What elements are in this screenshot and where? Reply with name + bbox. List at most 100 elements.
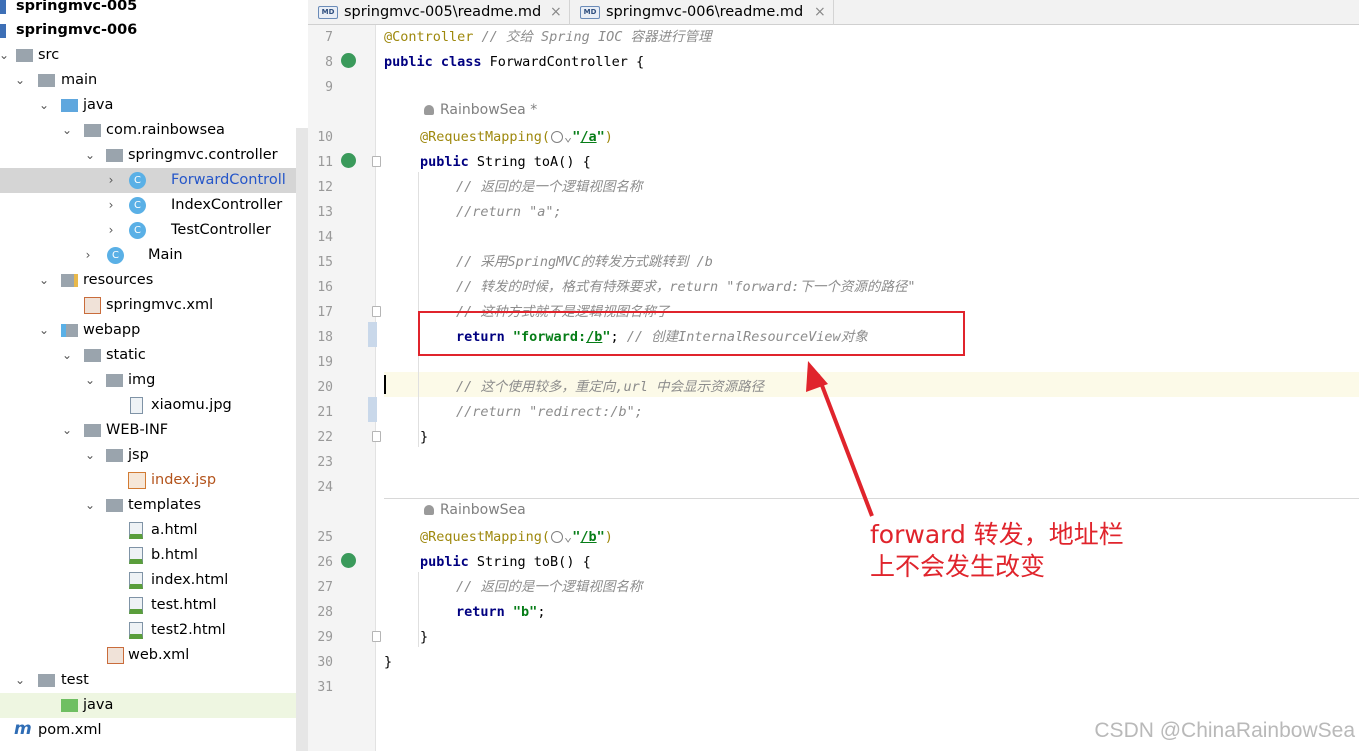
maven-icon: m xyxy=(14,719,32,739)
chevron-down-icon[interactable]: ⌄ xyxy=(61,343,73,368)
tree-item-springmvc-005[interactable]: springmvc-005 xyxy=(0,0,296,19)
chevron-right-icon[interactable]: › xyxy=(105,193,117,218)
line-number: 16 xyxy=(317,280,333,295)
tree-item-img[interactable]: ⌄ img xyxy=(0,368,296,393)
tree-item-b-html[interactable]: b.html xyxy=(0,543,296,568)
chevron-down-icon[interactable]: ⌄ xyxy=(84,368,96,393)
tree-item-springmvc-xml[interactable]: springmvc.xml xyxy=(0,293,296,318)
chevron-down-icon[interactable]: ⌄ xyxy=(14,68,26,93)
chevron-down-icon[interactable]: ⌄ xyxy=(84,143,96,168)
spring-mapping-icon[interactable] xyxy=(341,553,356,568)
html-file-icon xyxy=(129,572,143,589)
chevron-right-icon[interactable]: › xyxy=(82,243,94,268)
line-number: 18 xyxy=(317,330,333,345)
chevron-down-icon[interactable]: ⌄ xyxy=(14,668,26,693)
editor-gutter[interactable]: 7 8 9 10 11 12 13 14 15 16 17 18 19 20 2… xyxy=(308,25,381,751)
tree-item-templates[interactable]: ⌄ templates xyxy=(0,493,296,518)
annotation-token: @Controller xyxy=(384,29,474,45)
chevron-down-icon[interactable]: ⌄ xyxy=(38,318,50,343)
comment-token: // 交给 Spring IOC 容器进行管理 xyxy=(473,29,712,45)
chevron-down-icon[interactable]: ⌄ xyxy=(564,529,572,545)
line-number: 26 xyxy=(317,555,333,570)
spring-mapping-icon[interactable] xyxy=(341,153,356,168)
tab-springmvc-006-readme[interactable]: MD springmvc-006\readme.md × xyxy=(574,0,834,25)
chevron-down-icon[interactable]: ⌄ xyxy=(38,268,50,293)
highlight-box xyxy=(418,311,965,356)
chevron-down-icon[interactable]: ⌄ xyxy=(61,418,73,443)
tree-item-main[interactable]: ⌄ main xyxy=(0,68,296,93)
tree-item-web-inf[interactable]: ⌄ WEB-INF xyxy=(0,418,296,443)
tree-item-index-controller[interactable]: › C IndexController xyxy=(0,193,296,218)
tree-item-src[interactable]: ⌄ src xyxy=(0,43,296,68)
tree-item-resources[interactable]: ⌄ resources xyxy=(0,268,296,293)
code-line-11: public String toA() { xyxy=(420,150,591,175)
close-icon[interactable]: × xyxy=(550,0,562,24)
code-line-13: //return "a"; xyxy=(456,200,562,225)
tree-item-web-xml[interactable]: web.xml xyxy=(0,643,296,668)
tree-item-index-html[interactable]: index.html xyxy=(0,568,296,593)
package-icon xyxy=(106,149,123,162)
folder-icon xyxy=(84,349,101,362)
code-editor: MD springmvc-005\readme.md × MD springmv… xyxy=(308,0,1359,751)
tree-item-forward-controller[interactable]: › C ForwardControll xyxy=(0,168,296,193)
chevron-down-icon[interactable]: ⌄ xyxy=(38,93,50,118)
tree-item-index-jsp[interactable]: index.jsp xyxy=(0,468,296,493)
author-inlay-hint[interactable]: RainbowSea * xyxy=(424,98,537,123)
code-text: } xyxy=(420,629,429,645)
globe-icon[interactable] xyxy=(551,131,564,143)
text-caret xyxy=(384,375,386,394)
code-line-25: @RequestMapping(⌄"/b") xyxy=(420,525,613,550)
line-number: 12 xyxy=(317,180,333,195)
change-marker[interactable] xyxy=(368,322,377,347)
fold-icon[interactable] xyxy=(372,431,381,442)
markdown-file-icon: MD xyxy=(580,6,600,19)
chevron-down-icon[interactable]: ⌄ xyxy=(84,493,96,518)
chevron-right-icon[interactable]: › xyxy=(105,218,117,243)
tree-item-test-java[interactable]: java xyxy=(0,693,296,718)
spring-bean-icon[interactable] xyxy=(341,53,356,68)
line-number: 11 xyxy=(317,155,333,170)
chevron-down-icon[interactable]: ⌄ xyxy=(0,43,10,68)
close-icon[interactable]: × xyxy=(814,0,826,24)
tree-item-test2-html[interactable]: test2.html xyxy=(0,618,296,643)
indent-guide xyxy=(418,172,419,447)
tree-item-a-html[interactable]: a.html xyxy=(0,518,296,543)
tree-item-xiaomu-jpg[interactable]: xiaomu.jpg xyxy=(0,393,296,418)
keyword-token: public xyxy=(420,154,469,170)
chevron-down-icon[interactable]: ⌄ xyxy=(61,118,73,143)
tree-item-com-rainbowsea[interactable]: ⌄ com.rainbowsea xyxy=(0,118,296,143)
keyword-token: return xyxy=(456,604,505,620)
code-line-21: //return "redirect:/b"; xyxy=(456,400,643,425)
tree-item-test[interactable]: ⌄ test xyxy=(0,668,296,693)
tab-springmvc-005-readme[interactable]: MD springmvc-005\readme.md × xyxy=(312,0,570,25)
editor-tab-bar: MD springmvc-005\readme.md × MD springmv… xyxy=(308,0,1359,25)
url-path-link[interactable]: /a xyxy=(580,129,596,145)
tree-item-springmvc-006[interactable]: springmvc-006 xyxy=(0,18,296,43)
folder-icon xyxy=(84,424,101,437)
tree-item-test-controller[interactable]: › C TestController xyxy=(0,218,296,243)
tree-item-pom-xml[interactable]: m pom.xml xyxy=(0,718,296,743)
code-text: String toA() { xyxy=(468,154,591,170)
tree-item-springmvc-controller[interactable]: ⌄ springmvc.controller xyxy=(0,143,296,168)
chevron-down-icon[interactable]: ⌄ xyxy=(564,129,572,145)
tree-item-main-class[interactable]: › C Main xyxy=(0,243,296,268)
change-marker[interactable] xyxy=(368,397,377,422)
line-number: 28 xyxy=(317,605,333,620)
fold-icon[interactable] xyxy=(372,631,381,642)
tree-item-jsp[interactable]: ⌄ jsp xyxy=(0,443,296,468)
line-number: 25 xyxy=(317,530,333,545)
chevron-down-icon[interactable]: ⌄ xyxy=(84,443,96,468)
url-path-link[interactable]: /b xyxy=(580,529,596,545)
tree-scrollbar[interactable] xyxy=(296,128,308,751)
tree-item-test-html[interactable]: test.html xyxy=(0,593,296,618)
fold-icon[interactable] xyxy=(372,156,381,167)
tree-item-webapp[interactable]: ⌄ webapp xyxy=(0,318,296,343)
author-inlay-hint[interactable]: RainbowSea xyxy=(424,498,526,523)
html-file-icon xyxy=(129,522,143,539)
tree-item-java[interactable]: ⌄ java xyxy=(0,93,296,118)
tree-item-static[interactable]: ⌄ static xyxy=(0,343,296,368)
globe-icon[interactable] xyxy=(551,531,564,543)
code-area[interactable]: @Controller // 交给 Spring IOC 容器进行管理 publ… xyxy=(384,25,1359,751)
chevron-right-icon[interactable]: › xyxy=(105,168,117,193)
fold-icon[interactable] xyxy=(372,306,381,317)
